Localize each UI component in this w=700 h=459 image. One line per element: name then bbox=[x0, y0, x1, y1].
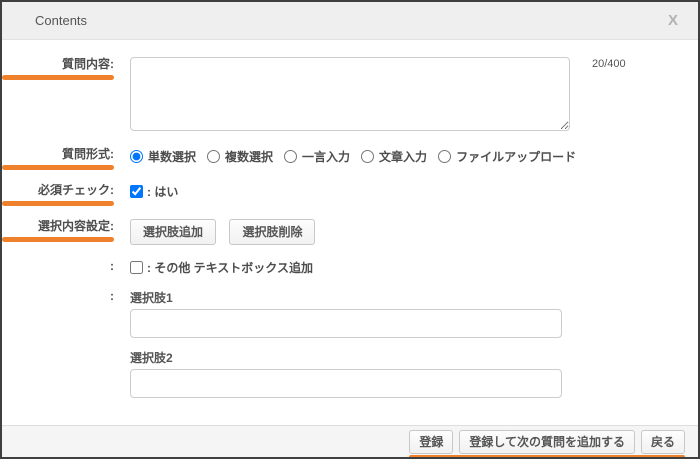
question-format-radio[interactable] bbox=[207, 150, 220, 163]
required-checkbox[interactable] bbox=[130, 185, 143, 198]
choice-1-input[interactable] bbox=[130, 309, 562, 338]
choice-2-block: 選択肢2 bbox=[130, 349, 698, 398]
footer-accent-underline bbox=[409, 455, 685, 459]
accent-underline bbox=[2, 75, 114, 80]
register-and-next-button[interactable]: 登録して次の質問を追加する bbox=[459, 430, 635, 454]
remove-choice-button[interactable]: 選択肢削除 bbox=[229, 219, 315, 245]
close-icon[interactable]: X bbox=[662, 11, 684, 30]
register-button[interactable]: 登録 bbox=[409, 430, 453, 454]
other-option-checkbox[interactable] bbox=[130, 261, 143, 274]
choice-2-label: 選択肢2 bbox=[130, 349, 698, 366]
other-option-colon: : bbox=[2, 259, 114, 274]
choices-row: : 選択肢1 選択肢2 bbox=[2, 289, 698, 409]
char-counter: 20/400 bbox=[592, 58, 626, 131]
choices-colon: : bbox=[2, 289, 114, 304]
radio-option-multi-select[interactable]: 複数選択 bbox=[207, 148, 273, 165]
other-option-row: : : その他 テキストボックス追加 bbox=[2, 259, 698, 276]
required-check-wrap[interactable]: : はい bbox=[130, 183, 698, 200]
add-choice-button[interactable]: 選択肢追加 bbox=[130, 219, 216, 245]
accent-underline bbox=[2, 201, 114, 206]
footer-actions: 登録 登録して次の質問を追加する 戻る bbox=[409, 430, 685, 459]
radio-option-file-upload[interactable]: ファイルアップロード bbox=[438, 148, 576, 165]
question-content-label-col: 質問内容: bbox=[2, 57, 114, 80]
contents-dialog: Contents X 質問内容: 20/400 質問形式: 単数 bbox=[0, 0, 700, 459]
radio-option-text-input[interactable]: 文章入力 bbox=[361, 148, 427, 165]
choice-1-label: 選択肢1 bbox=[130, 289, 698, 306]
question-format-label: 質問形式: bbox=[62, 147, 114, 162]
dialog-footer: 登録 登録して次の質問を追加する 戻る bbox=[2, 425, 698, 457]
dialog-header: Contents X bbox=[2, 2, 698, 40]
choice-1-block: 選択肢1 bbox=[130, 289, 698, 338]
accent-underline bbox=[2, 237, 114, 242]
question-format-radio[interactable] bbox=[361, 150, 374, 163]
other-option-wrap[interactable]: : その他 テキストボックス追加 bbox=[130, 259, 698, 276]
question-format-radio[interactable] bbox=[130, 150, 143, 163]
required-check-label: 必須チェック: bbox=[38, 183, 114, 198]
choice-settings-label: 選択内容設定: bbox=[38, 219, 114, 234]
question-format-row: 質問形式: 単数選択 複数選択 一言入力 文章入力 bbox=[2, 147, 698, 170]
radio-option-single-select[interactable]: 単数選択 bbox=[130, 148, 196, 165]
question-format-radio-group: 単数選択 複数選択 一言入力 文章入力 ファイルアップロード bbox=[130, 147, 698, 165]
back-button[interactable]: 戻る bbox=[641, 430, 685, 454]
dialog-title: Contents bbox=[35, 13, 662, 28]
choice-settings-label-col: 選択内容設定: bbox=[2, 219, 114, 242]
accent-underline bbox=[2, 165, 114, 170]
required-check-row: 必須チェック: : はい bbox=[2, 183, 698, 206]
question-format-radio[interactable] bbox=[284, 150, 297, 163]
question-format-radio[interactable] bbox=[438, 150, 451, 163]
choice-2-input[interactable] bbox=[130, 369, 562, 398]
required-check-label-col: 必須チェック: bbox=[2, 183, 114, 206]
question-content-label: 質問内容: bbox=[62, 57, 114, 72]
question-content-textarea[interactable] bbox=[130, 57, 570, 131]
dialog-body: 質問内容: 20/400 質問形式: 単数選択 複数選択 bbox=[2, 40, 698, 425]
radio-option-short-input[interactable]: 一言入力 bbox=[284, 148, 350, 165]
question-format-label-col: 質問形式: bbox=[2, 147, 114, 170]
question-content-row: 質問内容: 20/400 bbox=[2, 57, 698, 131]
choice-settings-row: 選択内容設定: 選択肢追加 選択肢削除 bbox=[2, 219, 698, 245]
